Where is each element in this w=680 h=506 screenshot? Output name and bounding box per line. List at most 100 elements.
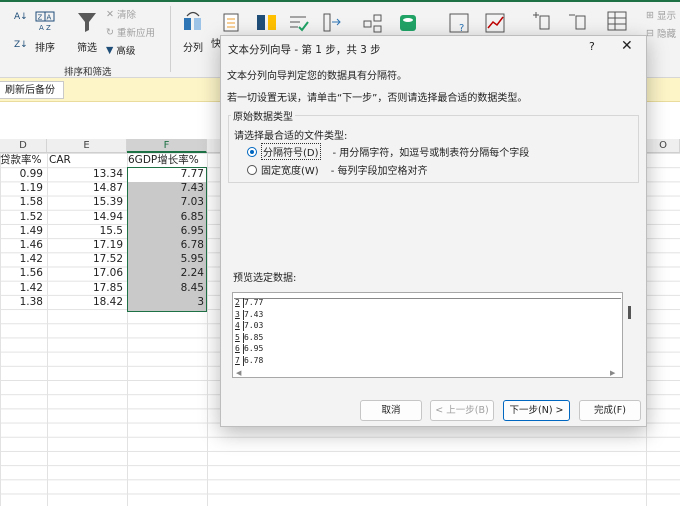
data-cell-f[interactable]: 6.95 <box>127 224 206 238</box>
what-if-analysis-icon[interactable]: ? <box>448 12 470 34</box>
text-to-columns-icon <box>184 11 201 30</box>
text-to-columns-label: 分列 <box>183 43 203 54</box>
sort-button[interactable]: Z A A Z 排序 <box>34 10 56 54</box>
data-type-group-title: 原始数据类型 <box>231 108 295 123</box>
svg-text:Z: Z <box>38 14 43 22</box>
data-cell-f[interactable]: 5.95 <box>127 252 206 266</box>
svg-text:A Z: A Z <box>39 24 51 32</box>
relationships-icon[interactable] <box>362 12 384 34</box>
data-cell-e[interactable]: 18.42 <box>47 295 125 309</box>
preview-row-value: 7.03 <box>244 321 264 330</box>
data-cell-e[interactable]: 15.5 <box>47 224 125 238</box>
preview-content: 2 7.77 3 7.43 4 7.03 5 6.85 6 6.95 7 6.78 <box>234 294 621 368</box>
preview-row-number: 5 <box>235 332 244 343</box>
consolidate-icon[interactable] <box>322 12 344 34</box>
data-validation-icon[interactable] <box>288 12 310 34</box>
group-icon[interactable] <box>530 10 552 32</box>
text-to-columns-button[interactable]: 分列 <box>182 10 204 54</box>
data-cell-d[interactable]: 1.42 <box>0 281 45 295</box>
show-detail-button[interactable]: ⊞ 显示 <box>646 8 676 23</box>
refresh-backup-button[interactable]: 刷新后备份 <box>0 81 64 99</box>
scroll-right-icon[interactable]: ▶ <box>610 369 615 377</box>
hide-detail-label: 隐藏 <box>656 29 676 40</box>
reapply-button[interactable]: ↻ 重新应用 <box>106 25 155 40</box>
header-cell-f[interactable]: 6GDP增长率% <box>128 153 207 167</box>
column-header-f[interactable]: F <box>127 139 207 153</box>
data-cell-d[interactable]: 1.56 <box>0 266 45 280</box>
data-cell-f[interactable]: 6.78 <box>127 238 206 252</box>
dialog-title: 文本分列向导 - 第 1 步，共 3 步 <box>228 44 381 56</box>
ribbon-accent <box>0 0 680 2</box>
data-cell-f[interactable]: 2.24 <box>127 266 206 280</box>
hide-detail-icon: ⊟ <box>646 27 654 39</box>
filter-label: 筛选 <box>77 43 97 54</box>
text-to-columns-dialog: 文本分列向导 - 第 1 步，共 3 步 ? ✕ 文本分列向导判定您的数据具有分… <box>220 35 647 427</box>
data-preview[interactable]: 2 7.77 3 7.43 4 7.03 5 6.85 6 6.95 7 6.78 ◀ ▶ <box>232 292 631 378</box>
data-cell-e[interactable]: 14.87 <box>47 181 125 195</box>
delimited-radio[interactable] <box>247 146 257 157</box>
data-cell-e[interactable]: 17.06 <box>47 266 125 280</box>
cancel-button[interactable]: 取消 <box>360 400 422 421</box>
data-cell-e[interactable]: 17.85 <box>47 281 125 295</box>
fixed-width-radio[interactable] <box>247 164 257 175</box>
svg-text:?: ? <box>459 23 464 34</box>
data-cell-d[interactable]: 1.19 <box>0 181 45 195</box>
data-cell-f[interactable]: 7.03 <box>127 195 206 209</box>
data-cell-f[interactable]: 3 <box>127 295 206 309</box>
delimited-label[interactable]: 分隔符号(D) <box>261 143 321 160</box>
data-cell-d[interactable]: 0.99 <box>0 167 45 181</box>
funnel-icon <box>78 13 96 32</box>
column-header-d[interactable]: D <box>0 139 47 153</box>
data-cell-d[interactable]: 1.49 <box>0 224 45 238</box>
hide-detail-button[interactable]: ⊟ 隐藏 <box>646 26 676 41</box>
vertical-scrollbar-thumb[interactable] <box>628 306 631 319</box>
advanced-filter-button[interactable]: ▼ 高级 <box>106 43 135 58</box>
subtotal-icon[interactable] <box>606 10 628 32</box>
ungroup-icon[interactable] <box>566 10 588 32</box>
data-cell-d[interactable]: 1.42 <box>0 252 45 266</box>
data-cell-d[interactable]: 1.38 <box>0 295 45 309</box>
data-cell-e[interactable]: 13.34 <box>47 167 125 181</box>
data-cell-d[interactable]: 1.58 <box>0 195 45 209</box>
data-cell-d[interactable]: 1.46 <box>0 238 45 252</box>
finish-button[interactable]: 完成(F) <box>579 400 641 421</box>
filter-button[interactable]: 筛选 <box>76 10 98 54</box>
preview-line: 6 6.95 <box>235 344 263 354</box>
preview-line: 2 7.77 <box>235 298 263 308</box>
data-cell-f[interactable]: 6.85 <box>127 210 206 224</box>
help-icon[interactable]: ? <box>589 40 595 53</box>
data-cell-f[interactable]: 7.77 <box>127 167 206 181</box>
fixed-width-option[interactable]: 固定宽度(W) - 每列字段加空格对齐 <box>247 162 428 177</box>
header-cell-d[interactable]: 贷款率% <box>0 153 47 167</box>
close-icon[interactable]: ✕ <box>621 38 633 54</box>
data-cell-f[interactable]: 7.43 <box>127 181 206 195</box>
data-cell-e[interactable]: 14.94 <box>47 210 125 224</box>
column-header-blank[interactable] <box>207 139 221 153</box>
dialog-description: 文本分列向导判定您的数据具有分隔符。 <box>227 71 407 82</box>
data-cell-e[interactable]: 17.52 <box>47 252 125 266</box>
preview-row-value: 6.95 <box>244 344 264 353</box>
data-cell-f[interactable]: 8.45 <box>127 281 206 295</box>
data-model-icon[interactable] <box>397 12 419 34</box>
clear-filter-button[interactable]: ✕ 清除 <box>106 7 136 22</box>
scroll-left-icon[interactable]: ◀ <box>236 369 241 377</box>
delimited-option[interactable]: 分隔符号(D) - 用分隔字符，如逗号或制表符分隔每个字段 <box>247 143 529 160</box>
forecast-sheet-icon[interactable] <box>484 12 506 34</box>
preview-row-value: 7.77 <box>244 298 264 307</box>
column-header-o[interactable]: O <box>647 139 680 153</box>
preview-row-value: 6.85 <box>244 332 264 342</box>
remove-duplicates-icon[interactable] <box>256 12 278 34</box>
data-cell-e[interactable]: 15.39 <box>47 195 125 209</box>
back-button[interactable]: < 上一步(B) <box>430 400 494 421</box>
data-cell-e[interactable]: 17.19 <box>47 238 125 252</box>
horizontal-scrollbar[interactable]: ◀ ▶ <box>233 369 622 377</box>
header-cell-e[interactable]: CAR <box>49 153 127 167</box>
sort-descending-icon[interactable]: Z↓ <box>14 40 28 50</box>
sort-ascending-icon[interactable]: A↓ <box>14 12 28 22</box>
column-header-e[interactable]: E <box>47 139 127 153</box>
next-button[interactable]: 下一步(N) > <box>503 400 570 421</box>
flash-fill-icon[interactable] <box>222 12 244 34</box>
fixed-width-label[interactable]: 固定宽度(W) <box>261 162 319 177</box>
data-cell-d[interactable]: 1.52 <box>0 210 45 224</box>
data-type-group: 原始数据类型 请选择最合适的文件类型: 分隔符号(D) - 用分隔字符，如逗号或… <box>228 108 639 183</box>
